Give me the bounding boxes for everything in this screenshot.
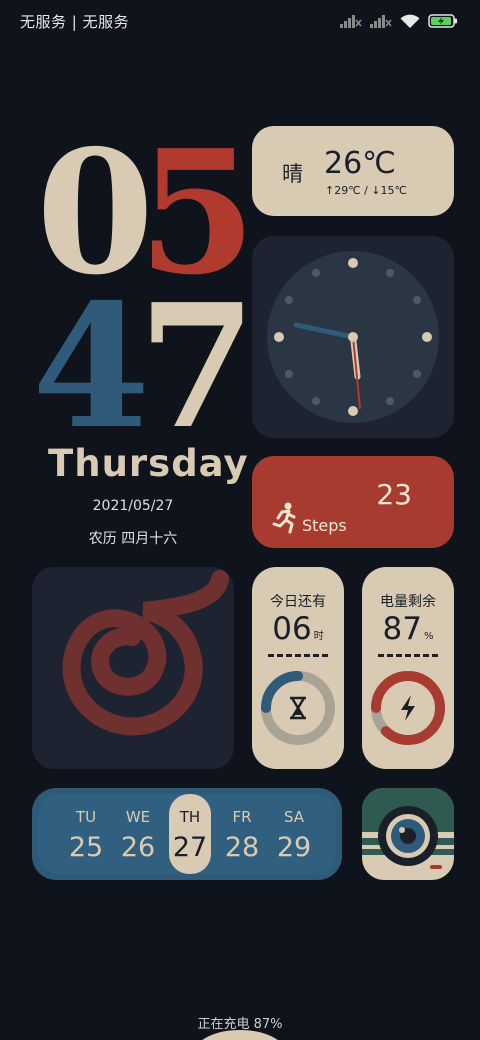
week-day-2[interactable]: TH 27 xyxy=(169,794,211,874)
wifi-icon xyxy=(400,14,420,28)
steps-widget[interactable]: 23 Steps xyxy=(252,456,454,548)
runner-icon xyxy=(272,502,296,534)
battery-value: 87 xyxy=(382,611,422,647)
week-calendar-widget[interactable]: TU 25 WE 26 TH 27 FR 28 SA 29 xyxy=(32,788,342,880)
battery-charging-icon xyxy=(428,14,457,28)
clock-tick xyxy=(386,268,394,277)
weather-widget[interactable]: 晴 26℃ ↑29℃ / ↓15℃ xyxy=(252,126,454,216)
signal-no-service-icon xyxy=(340,15,362,28)
battery-widget[interactable]: 电量剩余 87% xyxy=(362,567,454,769)
clock-tick xyxy=(274,332,284,342)
week-day-0[interactable]: TU 25 xyxy=(65,794,107,874)
week-day-name: SA xyxy=(283,808,305,826)
week-day-3[interactable]: FR 28 xyxy=(221,794,263,874)
clock-tick xyxy=(413,370,422,378)
steps-label: Steps xyxy=(302,516,347,535)
clock-tick xyxy=(348,258,358,268)
battery-ring xyxy=(371,671,445,745)
clock-tick xyxy=(284,370,293,378)
weather-condition: 晴 xyxy=(282,162,303,186)
carrier-label: 无服务 | 无服务 xyxy=(20,12,130,31)
clock-tick xyxy=(312,268,320,277)
clock-tick xyxy=(312,397,320,406)
time-remaining-widget[interactable]: 今日还有 06 时 xyxy=(252,567,344,769)
status-bar: 无服务 | 无服务 xyxy=(0,0,480,42)
steps-count: 23 xyxy=(376,478,412,511)
week-day-name: TU xyxy=(75,808,97,826)
bolt-icon xyxy=(401,695,415,721)
clock-tick xyxy=(348,406,358,416)
clock-tick xyxy=(386,397,394,406)
lunar-date-label: 农历 四月十六 xyxy=(88,531,178,547)
week-day-number: 25 xyxy=(68,832,104,863)
week-day-number: 28 xyxy=(224,832,260,863)
weekday-label: Thursday xyxy=(48,442,249,485)
week-day-4[interactable]: SA 29 xyxy=(273,794,315,874)
time-remaining-value-wrap: 06 时 xyxy=(252,611,344,647)
status-icons xyxy=(340,14,458,29)
week-day-name: TH xyxy=(179,808,201,826)
time-remaining-ring xyxy=(261,671,335,745)
week-day-number: 29 xyxy=(276,832,312,863)
week-day-number: 27 xyxy=(172,832,208,863)
analog-clock-widget[interactable] xyxy=(252,236,454,438)
clock-tick xyxy=(422,332,432,342)
signal-no-service-icon xyxy=(370,15,392,28)
swirl-logo-widget[interactable] xyxy=(32,567,234,769)
time-remaining-value: 06 xyxy=(272,611,312,647)
divider xyxy=(378,654,438,657)
weather-range: ↑29℃ / ↓15℃ xyxy=(325,184,407,197)
camera-widget[interactable] xyxy=(362,788,454,880)
weather-temperature: 26℃ xyxy=(324,146,396,181)
week-day-name: FR xyxy=(232,808,252,826)
clock-minute-tens: 4 xyxy=(32,267,150,467)
analog-clock-face xyxy=(267,251,439,423)
battery-value-wrap: 87% xyxy=(362,611,454,647)
time-remaining-title: 今日还有 xyxy=(270,594,326,610)
clock-tick xyxy=(413,296,422,304)
battery-unit: % xyxy=(423,631,434,642)
clock-minute-ones: 7 xyxy=(138,267,256,467)
week-day-name: WE xyxy=(125,808,151,826)
date-label: 2021/05/27 xyxy=(92,498,174,514)
swirl-logo-icon xyxy=(62,570,229,736)
time-remaining-unit: 时 xyxy=(313,631,324,642)
battery-title: 电量剩余 xyxy=(380,594,436,610)
divider xyxy=(268,654,328,657)
week-day-number: 26 xyxy=(120,832,156,863)
week-day-1[interactable]: WE 26 xyxy=(117,794,159,874)
hourglass-icon xyxy=(290,696,306,720)
camera-icon xyxy=(362,788,454,869)
clock-tick xyxy=(284,296,293,304)
